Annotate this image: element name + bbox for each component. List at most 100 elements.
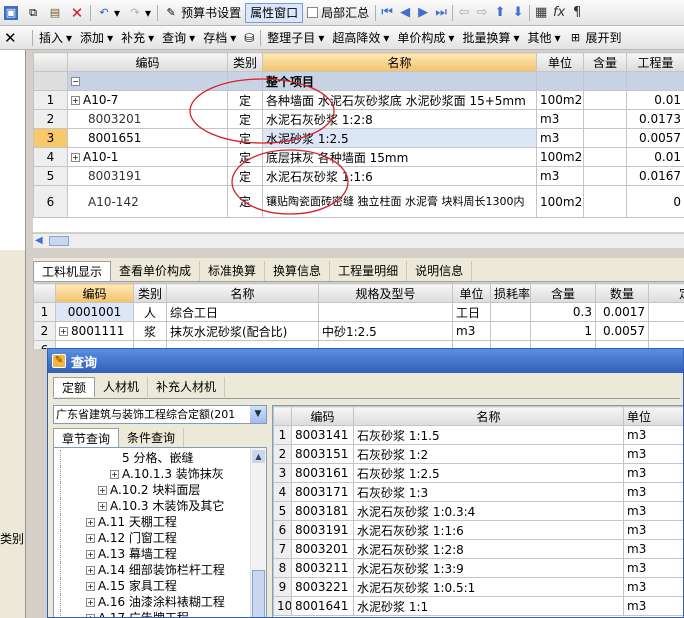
mcol-code[interactable]: 编码	[55, 283, 134, 303]
dialog-tabs: 定额 人材机 补充人材机	[53, 377, 680, 399]
tab-convert-info[interactable]: 换算信息	[265, 261, 331, 281]
result-cell-code: 8003201	[291, 539, 354, 559]
result-cell-unit: m3	[623, 596, 683, 616]
main-hscrollbar[interactable]: ◀	[33, 233, 684, 248]
tree-line-icon	[60, 578, 61, 594]
result-cell-no: 9	[273, 577, 292, 597]
mcol-spec[interactable]: 规格及型号	[318, 283, 453, 303]
result-cell-code: 8003191	[291, 520, 354, 540]
scroll-up-icon[interactable]: ▲	[252, 450, 265, 463]
tree-item[interactable]: + A.14 细部装饰栏杆工程	[54, 562, 250, 578]
result-row[interactable]: 7 8003201 水泥石灰砂浆 1:2:8 m3	[273, 539, 683, 559]
rcol-name[interactable]: 名称	[353, 406, 624, 426]
result-cell-code: 8003221	[291, 577, 354, 597]
result-cell-name: 水泥砂浆 1:1	[353, 596, 624, 616]
mcol-name[interactable]: 名称	[166, 283, 319, 303]
tree-item[interactable]: +A.17 广告牌工程	[54, 610, 250, 617]
scroll-thumb[interactable]	[49, 236, 69, 246]
tree-item[interactable]: + A.13 幕墙工程	[54, 546, 250, 562]
result-cell-name: 水泥石灰砂浆 1:3:9	[353, 558, 624, 578]
chapter-tree: 5 分格、嵌缝 + A.10.1.3 装饰抹灰 + A.10.2 块料面层 + A.10.3…	[53, 447, 267, 617]
result-cell-no: 4	[273, 482, 292, 502]
tree-expand-icon[interactable]: +	[98, 502, 107, 511]
tree-line-icon	[60, 562, 61, 578]
tab-materials[interactable]: 工料机显示	[33, 261, 112, 281]
result-row[interactable]: 2 8003151 石灰砂浆 1:2 m3	[273, 444, 683, 464]
tree-item[interactable]: 5 分格、嵌缝	[54, 450, 250, 466]
tab-quantity-detail[interactable]: 工程量明细	[330, 261, 408, 281]
result-cell-unit: m3	[623, 444, 683, 464]
tree-expand-icon[interactable]: +	[110, 470, 119, 479]
material-grid: 编码 类别 名称 规格及型号 单位 损耗率 含量 数量 定额 1 0001001…	[33, 283, 684, 349]
tree-item[interactable]: + A.11 天棚工程	[54, 514, 250, 530]
tree-item[interactable]: + A.10.3 木装饰及其它	[54, 498, 250, 514]
result-row[interactable]: 6 8003191 水泥石灰砂浆 1:1:6 m3	[273, 520, 683, 540]
mcol-content[interactable]: 含量	[530, 283, 596, 303]
rcol-unit[interactable]: 单位	[623, 406, 683, 426]
tree-item[interactable]: + A.12 门窗工程	[54, 530, 250, 546]
tree-item-label: A.16 油漆涂料裱糊工程	[98, 595, 225, 609]
expand-row-icon[interactable]: +	[59, 327, 68, 336]
tree-expand-icon[interactable]: +	[86, 582, 95, 591]
splitter[interactable]	[33, 248, 684, 258]
tree-item-label: A.15 家具工程	[98, 579, 177, 593]
tree-expand-icon[interactable]: +	[86, 550, 95, 559]
result-row[interactable]: 4 8003171 石灰砂浆 1:3 m3	[273, 482, 683, 502]
tree-expand-icon[interactable]: +	[86, 566, 95, 575]
library-select[interactable]: 广东省建筑与装饰工程综合定额(201 ▼	[53, 405, 267, 424]
tab-supplement-material[interactable]: 补充人材机	[148, 377, 226, 397]
tree-item[interactable]: + A.10.2 块料面层	[54, 482, 250, 498]
tree-expand-icon[interactable]: +	[86, 518, 95, 527]
result-cell-unit: m3	[623, 520, 683, 540]
tree-item[interactable]: + A.10.1.3 装饰抹灰	[54, 466, 250, 482]
result-cell-unit: m3	[623, 482, 683, 502]
result-cell-code: 8003161	[291, 463, 354, 483]
annotation-circle-2	[231, 149, 349, 215]
mcol-qty[interactable]: 数量	[595, 283, 649, 303]
chevron-down-icon[interactable]: ▼	[250, 406, 266, 423]
scroll-left-icon[interactable]: ◀	[35, 235, 43, 246]
query-dialog: ✎ 查询 定额 人材机 补充人材机 广东省建筑与装饰工程综合定额(201 ▼ 章…	[47, 348, 684, 618]
result-row[interactable]: 8 8003211 水泥石灰砂浆 1:3:9 m3	[273, 558, 683, 578]
material-row[interactable]: 2 +8001111 浆 抹灰水泥砂浆(配合比) 中砂1:2.5 m3 1 0.…	[33, 321, 684, 341]
tree-vscrollbar[interactable]: ▲	[250, 448, 266, 617]
tab-unit-price[interactable]: 查看单价构成	[111, 261, 201, 281]
result-cell-unit: m3	[623, 558, 683, 578]
tab-standard-convert[interactable]: 标准换算	[200, 261, 266, 281]
material-row[interactable]: 1 0001001 人 综合工日 工日 0.3 0.0017	[33, 302, 684, 322]
tab-description[interactable]: 说明信息	[407, 261, 473, 281]
tab-quota[interactable]: 定额	[53, 377, 96, 397]
result-cell-code: 8001641	[291, 596, 354, 616]
dialog-title: 查询	[71, 355, 98, 371]
result-cell-no: 7	[273, 539, 292, 559]
tree-scroll-thumb[interactable]	[252, 570, 265, 617]
tree-item[interactable]: + A.16 油漆涂料裱糊工程	[54, 594, 250, 610]
result-row[interactable]: 3 8003161 石灰砂浆 1:2.5 m3	[273, 463, 683, 483]
tree-expand-icon[interactable]: +	[86, 614, 95, 617]
tab-labor-material[interactable]: 人材机	[95, 377, 149, 397]
result-cell-name: 石灰砂浆 1:2	[353, 444, 624, 464]
result-row[interactable]: 1 8003141 石灰砂浆 1:1.5 m3	[273, 425, 683, 445]
result-cell-name: 水泥石灰砂浆 1:0.3:4	[353, 501, 624, 521]
tree-expand-icon[interactable]: +	[98, 486, 107, 495]
tab-condition-query[interactable]: 条件查询	[119, 428, 185, 447]
tree-expand-icon[interactable]: +	[86, 598, 95, 607]
result-row[interactable]: 5 8003181 水泥石灰砂浆 1:0.3:4 m3	[273, 501, 683, 521]
result-cell-no: 2	[273, 444, 292, 464]
mcol-price[interactable]: 定额	[648, 283, 684, 303]
tree-expand-icon[interactable]: +	[86, 534, 95, 543]
mcol-unit[interactable]: 单位	[452, 283, 491, 303]
result-row[interactable]: 9 8003221 水泥石灰砂浆 1:0.5:1 m3	[273, 577, 683, 597]
tab-chapter-query[interactable]: 章节查询	[53, 428, 120, 447]
result-cell-name: 石灰砂浆 1:3	[353, 482, 624, 502]
bottom-tabs: 工料机显示 查看单价构成 标准换算 换算信息 工程量明细 说明信息	[33, 258, 684, 282]
rcol-code[interactable]: 编码	[291, 406, 354, 426]
tree-item-label: A.12 门窗工程	[98, 531, 177, 545]
mcol-type[interactable]: 类别	[133, 283, 167, 303]
result-row[interactable]: 10 8001641 水泥砂浆 1:1 m3	[273, 596, 683, 616]
result-cell-no: 3	[273, 463, 292, 483]
dialog-titlebar[interactable]: ✎ 查询	[48, 349, 683, 373]
tree-item-label: A.13 幕墙工程	[98, 547, 177, 561]
tree-item[interactable]: + A.15 家具工程	[54, 578, 250, 594]
mcol-loss[interactable]: 损耗率	[490, 283, 531, 303]
